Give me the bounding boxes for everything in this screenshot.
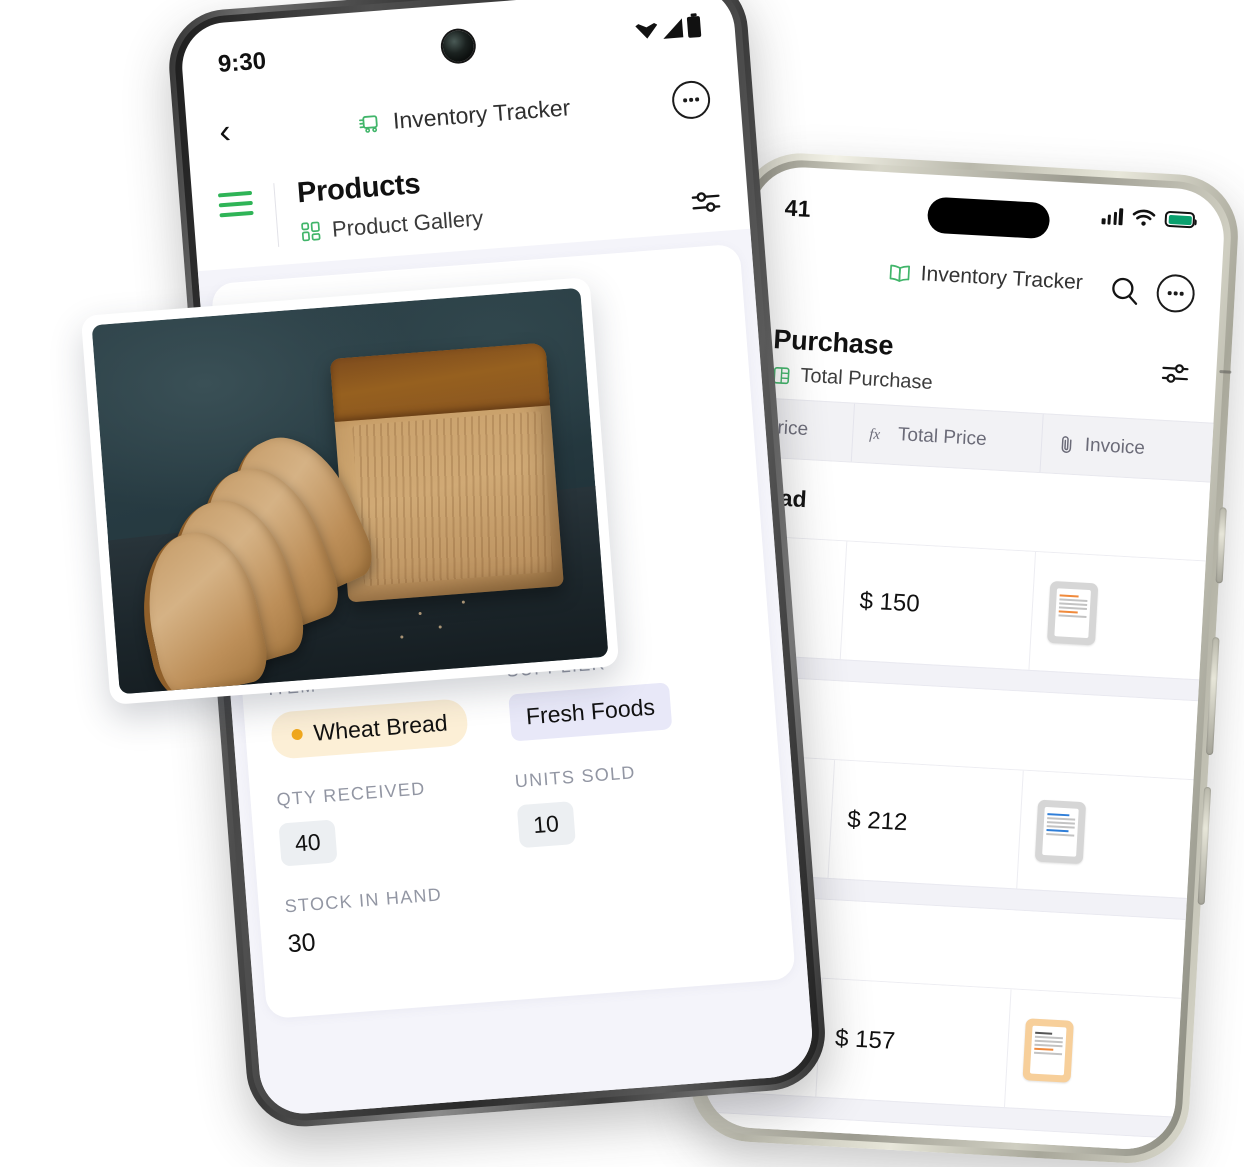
right-phone-antenna-seam <box>1219 370 1231 374</box>
gallery-grid-icon <box>299 220 323 244</box>
right-status-icons <box>1101 206 1195 229</box>
left-view-header-texts: Products Product Gallery <box>296 163 484 245</box>
invoice-thumbnail[interactable] <box>1022 1018 1073 1083</box>
column-header-total-price-label: Total Price <box>897 424 987 451</box>
left-status-time: 9:30 <box>217 47 267 79</box>
invoice-thumbnail[interactable] <box>1034 800 1085 865</box>
left-view-subtitle-group: Product Gallery <box>299 205 484 245</box>
left-more-options-button[interactable] <box>671 79 712 120</box>
field-value-item-text: Wheat Bread <box>313 709 449 746</box>
right-status-time: 41 <box>784 195 811 223</box>
status-dot-icon <box>291 729 303 741</box>
column-header-invoice-label: Invoice <box>1084 435 1145 460</box>
left-status-icons <box>635 16 701 42</box>
cell-total-price[interactable]: $ 212 <box>828 760 1023 888</box>
left-view-title: Products <box>296 163 482 210</box>
wifi-icon <box>635 22 658 40</box>
left-app-title-group: Inventory Tracker <box>356 94 571 137</box>
back-button[interactable]: ‹ <box>218 114 232 149</box>
battery-icon <box>687 16 702 38</box>
mockup-stage: 41 Inven <box>0 0 1244 1089</box>
wifi-icon <box>1131 208 1156 227</box>
truck-icon <box>356 110 384 136</box>
signal-icon <box>662 18 683 38</box>
record-fields: ITEM Wheat Bread SUPPLIER Fresh Foods <box>241 640 793 991</box>
field-value-supplier[interactable]: Fresh Foods <box>508 682 672 741</box>
invoice-thumbnail[interactable] <box>1047 581 1098 646</box>
front-camera-punch-hole <box>442 29 475 62</box>
cell-total-price[interactable]: $ 150 <box>840 541 1035 669</box>
crumb <box>418 612 421 615</box>
right-app-title-group: Inventory Tracker <box>887 260 1083 295</box>
cell-invoice[interactable] <box>1017 771 1194 898</box>
right-view-subtitle: Total Purchase <box>800 365 933 395</box>
column-header-total-price[interactable]: fx Total Price <box>851 404 1043 472</box>
field-value-stock-in-hand[interactable]: 30 <box>287 928 317 958</box>
search-icon[interactable] <box>1108 274 1142 308</box>
left-app-title: Inventory Tracker <box>392 94 571 135</box>
column-header-invoice[interactable]: Invoice <box>1040 414 1213 481</box>
sliders-icon[interactable] <box>689 185 723 219</box>
book-icon <box>887 260 912 285</box>
cell-total-price[interactable]: $ 157 <box>816 979 1011 1107</box>
cell-invoice[interactable] <box>1005 989 1182 1116</box>
field-value-units-sold[interactable]: 10 <box>517 801 576 848</box>
right-app-title: Inventory Tracker <box>920 262 1083 295</box>
fx-icon: fx <box>868 424 889 445</box>
field-value-item[interactable]: Wheat Bread <box>270 698 469 760</box>
product-image <box>92 288 609 695</box>
svg-text:fx: fx <box>869 427 881 444</box>
cellular-bars-icon <box>1102 207 1124 225</box>
right-more-options-button[interactable] <box>1156 273 1196 313</box>
product-image-card[interactable] <box>81 277 619 705</box>
paperclip-icon <box>1057 434 1076 455</box>
cell-invoice[interactable] <box>1029 552 1206 679</box>
battery-icon <box>1164 211 1195 229</box>
field-value-qty-received[interactable]: 40 <box>278 819 337 866</box>
right-app-bar-actions <box>1108 271 1196 314</box>
sliders-icon[interactable] <box>1159 358 1191 390</box>
hamburger-icon[interactable] <box>217 181 254 218</box>
header-divider <box>273 183 279 247</box>
left-view-subtitle: Product Gallery <box>331 205 484 243</box>
table-group-label: poo <box>701 1137 720 1152</box>
dynamic-island <box>927 196 1051 239</box>
